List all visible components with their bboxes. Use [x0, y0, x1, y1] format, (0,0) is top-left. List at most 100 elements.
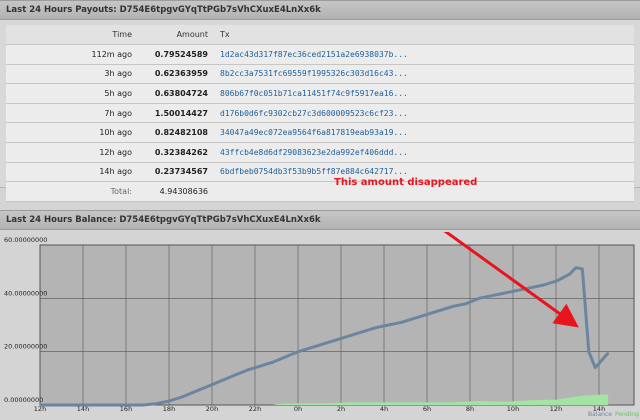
balance-point [594, 366, 597, 369]
table-row: 5h ago 0.63804724 806b67f0c051b71ca11451… [6, 83, 634, 104]
balance-point [271, 361, 274, 364]
payout-tx-link[interactable]: d176b0d6fc9302cb27c3d600009523c6cf23... [214, 103, 634, 124]
balance-point [491, 294, 493, 297]
balance-point [349, 334, 351, 337]
table-row: 3h ago 0.62363959 8b2cc3a7531fc69559f199… [6, 64, 634, 85]
balance-point [207, 385, 209, 388]
x-tick-label: 14h [77, 405, 89, 413]
balance-point [413, 317, 416, 320]
balance-point [478, 297, 480, 300]
column-header-amount: Amount [138, 25, 214, 46]
payout-time: 112m ago [6, 44, 138, 65]
balance-panel-header: Last 24 Hours Balance: D754E6tpgvGYqTtPG… [0, 210, 640, 230]
chart-legend: Balance Pending [588, 411, 640, 418]
x-tick-label: 2h [337, 405, 345, 413]
balance-point [258, 365, 261, 368]
plot-area [39, 244, 635, 406]
legend-pending: Pending [614, 411, 639, 418]
balance-point [310, 346, 312, 349]
balance-point [529, 286, 532, 289]
x-tick-label: 12h [550, 405, 562, 413]
balance-point [142, 404, 145, 406]
payout-tx-link[interactable]: 1d2ac43d317f87ec36ced2151a2e6938037b... [214, 44, 634, 65]
total-amount: 4.94308636 [138, 181, 214, 202]
balance-point [568, 273, 571, 276]
payouts-panel-header: Last 24 Hours Payouts: D754E6tpgvGYqTtPG… [0, 0, 640, 20]
balance-point [90, 404, 93, 406]
payout-tx-link[interactable]: 806b67f0c051b71ca11451f74c9f5917ea16... [214, 83, 634, 104]
payout-time: 10h ago [6, 122, 138, 144]
table-row: 14h ago 0.23734567 6bdfbeb0754db3f53b9b5… [6, 162, 634, 183]
payout-time: 14h ago [6, 162, 138, 183]
x-tick-label: 0h [294, 405, 302, 413]
balance-point [336, 338, 338, 341]
x-tick-label: 18h [163, 405, 175, 413]
payout-amount: 0.82482108 [138, 122, 214, 144]
balance-point [168, 400, 170, 402]
table-row: 112m ago 0.79524589 1d2ac43d317f87ec36ce… [6, 44, 634, 65]
payout-tx-link[interactable]: 43ffcb4e8d6df29083623e2da992ef406ddd... [214, 142, 634, 163]
balance-point [219, 380, 222, 382]
balance-point [194, 390, 196, 393]
payouts-table: Time Amount Tx 112m ago 0.79524589 1d2ac… [6, 25, 634, 202]
payout-amount: 1.50014427 [138, 103, 214, 124]
balance-point [465, 302, 467, 305]
balance-point [588, 350, 590, 353]
balance-point [245, 369, 248, 372]
balance-point [400, 321, 403, 324]
x-tick-label: 4h [380, 405, 388, 413]
payout-time: 7h ago [6, 103, 138, 124]
total-row: Total: 4.94308636 [6, 181, 634, 202]
x-tick-label: 12h [34, 405, 46, 413]
table-row: 7h ago 1.50014427 d176b0d6fc9302cb27c3d6… [6, 103, 634, 124]
total-label: Total: [6, 181, 138, 202]
balance-point [575, 266, 577, 269]
balance-point [607, 352, 609, 354]
balance-point [581, 268, 584, 270]
balance-point [232, 374, 235, 377]
y-tick-label: 40.00000000 [4, 289, 47, 297]
payouts-panel: Time Amount Tx 112m ago 0.79524589 1d2ac… [0, 20, 640, 202]
legend-balance: Balance [588, 411, 612, 418]
balance-point [116, 404, 119, 406]
column-header-time: Time [6, 25, 138, 46]
annotation-text: This amount disappeared [334, 177, 478, 188]
payout-amount: 0.32384262 [138, 142, 214, 163]
balance-point [542, 284, 545, 286]
payouts-header-row: Time Amount Tx [6, 25, 634, 46]
balance-point [374, 326, 377, 329]
balance-point [426, 313, 429, 316]
balance-point [439, 309, 442, 312]
balance-point [155, 402, 158, 405]
x-tick-label: 16h [120, 405, 132, 413]
payout-tx-link[interactable]: 34047a49ec072ea9564f6a817819eab93a19... [214, 122, 634, 144]
payout-amount: 0.62363959 [138, 64, 214, 85]
balance-point [65, 404, 67, 406]
balance-point [387, 324, 390, 326]
balance-point [181, 396, 183, 398]
x-tick-label: 6h [423, 405, 431, 413]
x-tick-label: 10h [507, 405, 519, 413]
x-tick-label: 20h [206, 405, 218, 413]
x-tick-label: 8h [466, 405, 474, 413]
payout-amount: 0.23734567 [138, 162, 214, 183]
column-header-tx: Tx [214, 25, 634, 46]
table-row: 10h ago 0.82482108 34047a49ec072ea9564f6… [6, 122, 634, 144]
balance-chart: 60.00000000 40.00000000 20.00000000 0.00000… [4, 232, 635, 413]
table-row: 12h ago 0.32384262 43ffcb4e8d6df29083623… [6, 142, 634, 163]
balance-point [297, 350, 300, 353]
balance-point [555, 280, 558, 282]
balance-point [452, 305, 455, 308]
balance-point [362, 330, 364, 333]
y-tick-label: 60.00000000 [4, 236, 47, 244]
balance-point [504, 292, 506, 294]
payout-time: 12h ago [6, 142, 138, 163]
balance-point [516, 289, 519, 292]
balance-point [323, 342, 325, 345]
y-tick-label: 0.00000000 [4, 396, 43, 404]
balance-point [284, 356, 287, 358]
x-tick-label: 22h [249, 405, 261, 413]
payout-tx-link[interactable]: 8b2cc3a7531fc69559f1995326c303d16c43... [214, 64, 634, 85]
payout-amount: 0.63804724 [138, 83, 214, 104]
payout-time: 3h ago [6, 64, 138, 85]
